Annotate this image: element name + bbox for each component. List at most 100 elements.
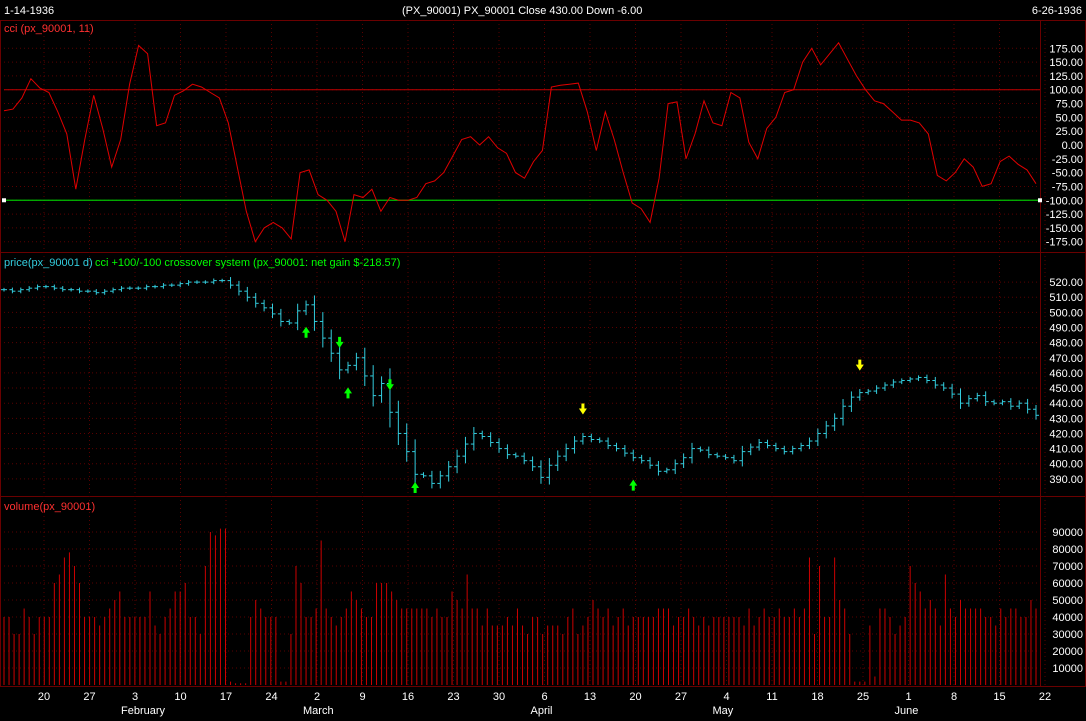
buy-signal-arrow — [629, 479, 638, 491]
price-bar — [865, 388, 872, 395]
cci-y-tick-label: -75.00 — [1052, 181, 1083, 193]
volume-y-tick-label: 80000 — [1052, 544, 1083, 556]
buy-signal-arrow — [411, 482, 420, 493]
x-tick-label: 27 — [675, 691, 687, 703]
price-bar — [957, 388, 964, 409]
price-bar — [101, 289, 108, 295]
sell-signal-arrow — [335, 336, 344, 348]
cci-y-tick-label: 175.00 — [1049, 43, 1083, 55]
volume-y-tick-label: 60000 — [1052, 578, 1083, 590]
price-bar — [420, 472, 427, 478]
threshold-handle-right[interactable] — [1038, 198, 1042, 203]
price-bar — [714, 452, 721, 459]
price-bar — [663, 467, 670, 474]
price-bar — [521, 452, 528, 465]
month-label: April — [531, 705, 553, 717]
price-bar — [697, 446, 704, 453]
price-bar — [126, 286, 133, 290]
price-bar — [177, 281, 184, 288]
price-bar — [789, 445, 796, 455]
x-tick-label: 20 — [38, 691, 50, 703]
price-y-tick-label: 390.00 — [1049, 474, 1083, 486]
price-bar — [17, 287, 24, 294]
price-bar — [856, 389, 863, 401]
x-tick-label: 4 — [723, 691, 729, 703]
price-bar — [579, 432, 586, 445]
buy-signal-arrow — [344, 387, 352, 399]
price-bar — [814, 428, 821, 447]
price-bar — [923, 374, 930, 384]
volume-y-tick-label: 50000 — [1052, 595, 1083, 607]
price-bar — [881, 382, 888, 391]
x-tick-label: 20 — [629, 691, 641, 703]
price-bar — [689, 442, 695, 464]
price-bar — [563, 443, 570, 462]
cci-y-tick-label: 25.00 — [1055, 126, 1083, 138]
price-bar — [722, 454, 729, 460]
price-bar — [168, 283, 175, 287]
price-bar — [965, 395, 972, 407]
sell-signal-arrow — [385, 379, 394, 391]
price-bar — [118, 286, 125, 292]
price-bar — [772, 442, 779, 452]
price-bar — [915, 375, 922, 382]
price-bar — [353, 352, 360, 371]
price-bar — [504, 444, 511, 459]
x-tick-label: 15 — [993, 691, 1005, 703]
month-label: May — [713, 705, 734, 717]
price-bar — [34, 284, 41, 291]
price-bar — [764, 439, 771, 449]
price-bar — [529, 456, 536, 472]
price-bar — [999, 399, 1006, 406]
price-bar — [93, 289, 100, 295]
cci-y-tick-label: -25.00 — [1052, 154, 1083, 166]
threshold-handle-left[interactable] — [2, 198, 6, 203]
volume-y-tick-label: 70000 — [1052, 561, 1083, 573]
price-bar — [1, 287, 7, 292]
month-label: March — [303, 705, 334, 717]
price-y-tick-label: 460.00 — [1049, 368, 1083, 380]
cci-layer — [2, 41, 1042, 243]
price-y-tick-label: 450.00 — [1049, 383, 1083, 395]
price-bar — [261, 299, 268, 312]
price-bar — [227, 277, 234, 289]
cci-y-tick-label: 150.00 — [1049, 57, 1083, 69]
cci-y-tick-label: 75.00 — [1055, 99, 1083, 111]
cci-y-tick-label: -100.00 — [1046, 195, 1083, 207]
price-bar — [730, 454, 737, 464]
price-bar — [1024, 398, 1031, 414]
price-bar — [613, 442, 620, 452]
x-tick-label: 18 — [811, 691, 823, 703]
price-bar — [940, 382, 947, 391]
price-bar — [160, 283, 167, 289]
price-bar — [588, 433, 595, 443]
price-y-tick-label: 410.00 — [1049, 444, 1083, 456]
price-bar — [59, 286, 66, 292]
price-bar — [76, 287, 83, 294]
price-bar — [244, 286, 251, 302]
price-bar — [42, 284, 49, 289]
price-bar — [571, 436, 578, 454]
price-panel — [0, 252, 1086, 497]
axes-layer: 20 27 3 10 17 24 2 9 16 23 30 6 13 20 27 4 11 18 25 1 8 15 22F… — [38, 43, 1083, 717]
price-bar — [907, 376, 914, 383]
price-bar — [370, 365, 377, 407]
price-bar — [638, 454, 645, 464]
cci-panel — [0, 20, 1086, 253]
price-bar — [336, 343, 343, 380]
price-bar — [84, 289, 91, 294]
x-tick-label: 6 — [541, 691, 547, 703]
stock-chart: 1-14-1936 (PX_90001) PX_90001 Close 430.… — [0, 0, 1086, 717]
price-bar — [487, 432, 494, 447]
price-bar — [135, 286, 142, 290]
price-bar — [252, 292, 259, 308]
x-tick-label: 2 — [314, 691, 320, 703]
price-bar — [605, 437, 612, 450]
start-date: 1-14-1936 — [4, 5, 54, 17]
price-y-tick-label: 420.00 — [1049, 428, 1083, 440]
price-bar — [546, 458, 553, 485]
x-tick-label: 30 — [493, 691, 505, 703]
price-bar — [848, 391, 855, 412]
price-bar — [890, 379, 897, 388]
price-bar — [185, 280, 192, 286]
